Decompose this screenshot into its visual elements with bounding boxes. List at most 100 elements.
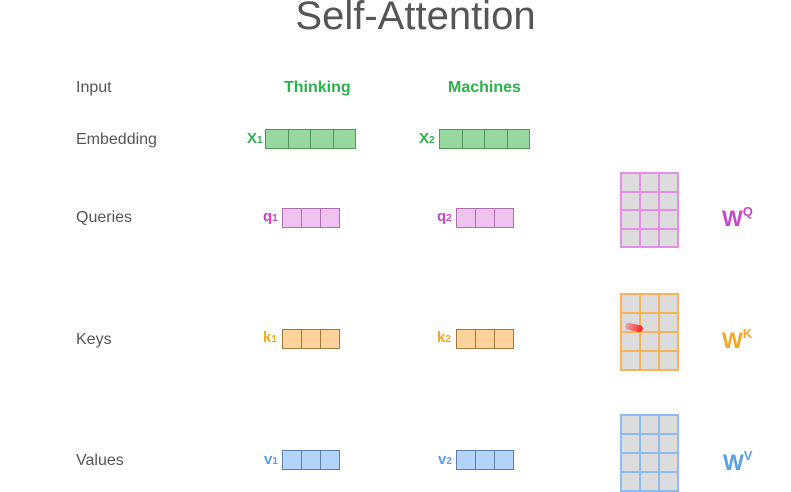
embedding-label-2: X2 xyxy=(419,130,435,147)
vector-cell xyxy=(321,330,339,348)
vector-cell xyxy=(440,130,463,148)
row-label-queries: Queries xyxy=(76,209,133,226)
matrix-cell xyxy=(622,174,639,191)
key-vector-1 xyxy=(282,329,340,349)
value-weight-letter: W xyxy=(723,450,744,475)
value-vector-2 xyxy=(456,450,514,470)
vector-cell xyxy=(476,451,495,469)
vector-cell xyxy=(485,130,508,148)
vector-cell xyxy=(333,130,355,148)
matrix-cell xyxy=(641,333,658,350)
query-weight-letter: W xyxy=(722,206,743,231)
matrix-cell xyxy=(622,295,639,312)
embedding-label-1: X1 xyxy=(247,130,263,147)
vector-cell xyxy=(457,451,476,469)
embedding-sub-1: 1 xyxy=(257,135,263,146)
matrix-cell xyxy=(622,211,639,228)
vector-cell xyxy=(495,451,513,469)
row-label-keys: Keys xyxy=(76,331,112,348)
vector-cell xyxy=(321,451,339,469)
embedding-vector-2 xyxy=(439,129,530,149)
matrix-cell xyxy=(641,454,658,471)
matrix-cell xyxy=(660,211,677,228)
key-label-2: k2 xyxy=(437,329,451,346)
key-weight-label: WK xyxy=(722,326,753,354)
query-letter-2: q xyxy=(437,208,447,225)
vector-cell xyxy=(457,209,476,227)
key-label-1: k1 xyxy=(263,329,277,346)
matrix-cell xyxy=(660,435,677,452)
query-label-2: q2 xyxy=(437,208,452,225)
key-weight-matrix xyxy=(620,293,679,371)
matrix-cell xyxy=(641,314,658,331)
vector-cell xyxy=(288,130,311,148)
matrix-cell xyxy=(641,295,658,312)
vector-cell xyxy=(266,130,289,148)
value-vector-1 xyxy=(282,450,340,470)
matrix-cell xyxy=(641,473,658,490)
row-label-embedding: Embedding xyxy=(76,131,157,148)
embedding-letter-2: X xyxy=(419,130,430,147)
embedding-letter-1: X xyxy=(247,130,258,147)
vector-cell xyxy=(302,209,321,227)
vector-cell xyxy=(283,209,302,227)
matrix-cell xyxy=(622,333,639,350)
key-vector-2 xyxy=(456,329,514,349)
query-weight-matrix xyxy=(620,172,679,248)
matrix-cell xyxy=(622,192,639,209)
query-sub-2: 2 xyxy=(446,213,452,224)
matrix-cell xyxy=(660,174,677,191)
input-word-1: Thinking xyxy=(284,79,351,96)
value-weight-matrix xyxy=(620,414,679,492)
row-label-values: Values xyxy=(76,452,124,469)
matrix-cell xyxy=(660,229,677,246)
matrix-cell xyxy=(622,454,639,471)
vector-cell xyxy=(302,330,321,348)
row-label-input: Input xyxy=(76,79,112,96)
input-word-2: Machines xyxy=(448,79,521,96)
matrix-cell xyxy=(641,416,658,433)
query-vector-2 xyxy=(456,208,514,228)
vector-cell xyxy=(283,330,302,348)
vector-cell xyxy=(507,130,529,148)
value-label-1: v1 xyxy=(264,451,278,468)
matrix-cell xyxy=(660,352,677,369)
matrix-cell xyxy=(641,192,658,209)
matrix-cell xyxy=(660,192,677,209)
vector-cell xyxy=(476,209,495,227)
value-sub-2: 2 xyxy=(446,456,452,467)
key-weight-letter: W xyxy=(722,328,743,353)
matrix-cell xyxy=(641,435,658,452)
matrix-cell xyxy=(641,352,658,369)
matrix-cell xyxy=(660,314,677,331)
matrix-cell xyxy=(660,473,677,490)
query-weight-sup: Q xyxy=(742,204,753,219)
query-vector-1 xyxy=(282,208,340,228)
matrix-cell xyxy=(622,229,639,246)
vector-cell xyxy=(495,330,513,348)
matrix-cell xyxy=(660,333,677,350)
matrix-cell xyxy=(622,416,639,433)
value-weight-label: WV xyxy=(723,448,752,476)
vector-cell xyxy=(283,451,302,469)
matrix-cell xyxy=(660,416,677,433)
query-letter-1: q xyxy=(263,208,273,225)
matrix-cell xyxy=(641,211,658,228)
matrix-cell xyxy=(660,295,677,312)
value-sub-1: 1 xyxy=(272,456,278,467)
matrix-cell xyxy=(660,454,677,471)
vector-cell xyxy=(321,209,339,227)
query-label-1: q1 xyxy=(263,208,278,225)
page-title: Self-Attention xyxy=(295,0,536,38)
matrix-cell xyxy=(641,174,658,191)
value-label-2: v2 xyxy=(438,451,452,468)
matrix-cell xyxy=(641,229,658,246)
embedding-sub-2: 2 xyxy=(429,135,435,146)
key-sub-2: 2 xyxy=(445,334,451,345)
key-weight-sup: K xyxy=(742,326,753,341)
key-sub-1: 1 xyxy=(271,334,277,345)
query-sub-1: 1 xyxy=(272,213,278,224)
vector-cell xyxy=(476,330,495,348)
vector-cell xyxy=(457,330,476,348)
vector-cell xyxy=(495,209,513,227)
